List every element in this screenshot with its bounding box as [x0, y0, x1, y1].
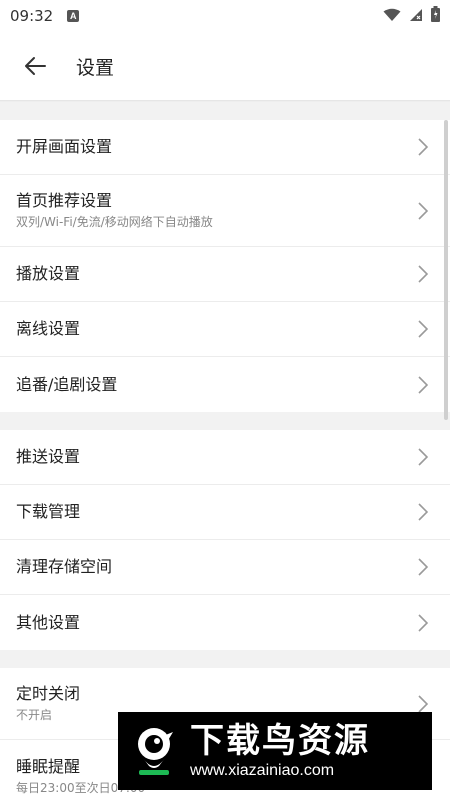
setting-row-download-manager[interactable]: 下载管理: [0, 485, 450, 540]
setting-row-push[interactable]: 推送设置: [0, 430, 450, 485]
app-header: 设置: [0, 32, 450, 100]
cellular-signal-icon: [409, 7, 423, 26]
chevron-right-icon: [416, 375, 430, 395]
chevron-right-icon: [416, 694, 430, 714]
scrollbar[interactable]: [444, 120, 448, 420]
setting-row-clear-storage[interactable]: 清理存储空间: [0, 540, 450, 595]
setting-label: 追番/追剧设置: [16, 374, 118, 394]
status-bar: 09:32 A: [0, 0, 450, 32]
watermark-url: www.xiazainiao.com: [190, 762, 335, 779]
status-time: 09:32: [10, 7, 54, 25]
setting-label: 清理存储空间: [16, 557, 113, 576]
settings-group-1: 开屏画面设置 首页推荐设置 双列/Wi-Fi/免流/移动网络下自动播放 播放设置…: [0, 120, 450, 412]
setting-label: 定时关闭: [16, 684, 81, 703]
chevron-right-icon: [416, 502, 430, 522]
setting-label: 开屏画面设置: [16, 137, 113, 156]
notification-icon: A: [67, 10, 80, 22]
watermark-banner: 下载鸟资源 www.xiazainiao.com: [118, 712, 432, 790]
setting-label: 其他设置: [16, 612, 81, 632]
setting-label: 播放设置: [16, 264, 81, 283]
group-spacer: [0, 102, 450, 120]
group-spacer: [0, 650, 450, 668]
setting-label: 下载管理: [16, 502, 81, 521]
back-arrow-icon[interactable]: [22, 53, 48, 79]
setting-label: 首页推荐设置: [16, 191, 113, 210]
setting-label: 离线设置: [16, 319, 81, 338]
wifi-icon: [383, 7, 401, 26]
setting-row-splash-screen[interactable]: 开屏画面设置: [0, 120, 450, 175]
setting-description: 双列/Wi-Fi/免流/移动网络下自动播放: [16, 215, 213, 229]
setting-label: 推送设置: [16, 447, 81, 466]
watermark-title: 下载鸟资源: [190, 721, 370, 761]
setting-row-playback[interactable]: 播放设置: [0, 247, 450, 302]
chevron-right-icon: [416, 137, 430, 157]
setting-row-follow-series[interactable]: 追番/追剧设置: [0, 357, 450, 412]
setting-row-other[interactable]: 其他设置: [0, 595, 450, 650]
chevron-right-icon: [416, 557, 430, 577]
bird-logo-icon: [126, 721, 182, 781]
page-title: 设置: [76, 56, 115, 79]
chevron-right-icon: [416, 447, 430, 467]
chevron-right-icon: [416, 264, 430, 284]
battery-icon: [431, 6, 440, 26]
group-spacer: [0, 412, 450, 430]
setting-row-home-recommend[interactable]: 首页推荐设置 双列/Wi-Fi/免流/移动网络下自动播放: [0, 175, 450, 247]
chevron-right-icon: [416, 201, 430, 221]
settings-group-2: 推送设置 下载管理 清理存储空间 其他设置: [0, 430, 450, 650]
chevron-right-icon: [416, 319, 430, 339]
setting-row-offline[interactable]: 离线设置: [0, 302, 450, 357]
chevron-right-icon: [416, 613, 430, 633]
